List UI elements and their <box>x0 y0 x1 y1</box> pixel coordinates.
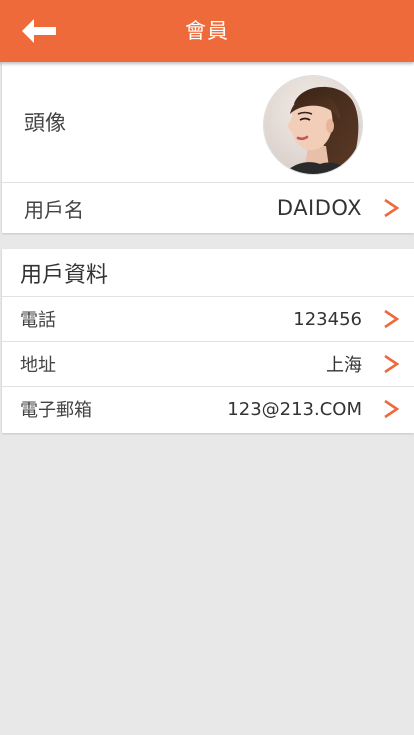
username-label: 用戶名 <box>24 197 84 222</box>
phone-row[interactable]: 電話 123456 <box>2 297 414 342</box>
chevron-right-icon <box>382 183 400 233</box>
phone-value: 123456 <box>293 308 362 330</box>
email-label: 電子郵箱 <box>20 400 92 421</box>
address-value: 上海 <box>326 355 362 376</box>
chevron-right-icon <box>382 342 400 386</box>
page-title: 會員 <box>185 19 229 43</box>
section-title: 用戶資料 <box>20 262 109 288</box>
user-info-card: 用戶資料 電話 123456 地址 上海 電子郵箱 123@213.COM <box>2 249 414 433</box>
email-row[interactable]: 電子郵箱 123@213.COM <box>2 387 414 431</box>
chevron-right-icon <box>382 387 400 431</box>
profile-card: 頭像 用戶名 DAIDOX <box>2 62 414 233</box>
address-label: 地址 <box>20 355 56 376</box>
chevron-right-icon <box>382 297 400 341</box>
avatar-label: 頭像 <box>24 111 66 135</box>
user-info-section-header: 用戶資料 <box>2 249 414 297</box>
app-header: 會員 <box>0 0 414 62</box>
avatar[interactable] <box>264 76 362 174</box>
avatar-row[interactable]: 頭像 <box>2 62 414 183</box>
username-row[interactable]: 用戶名 DAIDOX <box>2 183 414 233</box>
email-value: 123@213.COM <box>227 398 362 420</box>
username-value: DAIDOX <box>276 196 362 220</box>
address-row[interactable]: 地址 上海 <box>2 342 414 387</box>
phone-label: 電話 <box>20 310 56 331</box>
